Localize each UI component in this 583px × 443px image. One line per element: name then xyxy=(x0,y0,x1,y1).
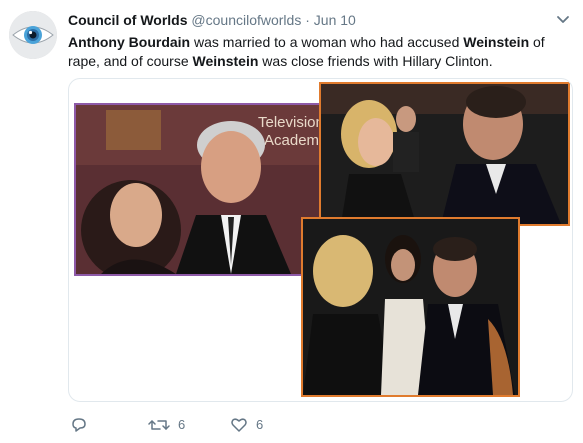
text-segment-6: was close friends with Hillary Clinton. xyxy=(258,53,493,69)
tweet-text: Anthony Bourdain was married to a woman … xyxy=(68,33,573,71)
photo-clinton-weinstein-2[interactable] xyxy=(301,217,520,397)
reply-button[interactable] xyxy=(70,416,96,434)
tweet-header: Council of Worlds @councilofworlds · Jun… xyxy=(68,10,548,30)
text-bold-3: Weinstein xyxy=(463,34,530,50)
text-bold-5: Weinstein xyxy=(192,53,259,69)
photo-clinton-weinstein-1[interactable] xyxy=(319,82,570,226)
user-handle[interactable]: @councilofworlds xyxy=(191,12,301,28)
tweet-media[interactable]: Television Academy xyxy=(68,78,573,402)
reply-icon xyxy=(72,418,86,432)
text-segment-2: was married to a woman who had accused xyxy=(190,34,464,50)
display-name[interactable]: Council of Worlds xyxy=(68,12,188,28)
avatar[interactable] xyxy=(9,11,57,59)
like-count: 6 xyxy=(256,417,264,432)
retweet-icon xyxy=(148,420,170,430)
chevron-down-icon[interactable] xyxy=(555,13,571,27)
retweet-count: 6 xyxy=(178,417,186,432)
photo-red-carpet[interactable]: Television Academy xyxy=(74,103,322,276)
timestamp[interactable]: Jun 10 xyxy=(314,12,356,28)
sign-text-2: Academy xyxy=(264,132,320,149)
text-bold-1: Anthony Bourdain xyxy=(68,34,191,50)
eye-logo-icon xyxy=(9,11,57,59)
sign-text-1: Television xyxy=(258,114,320,131)
retweet-button[interactable]: 6 xyxy=(148,416,185,434)
tweet-actions: 6 6 xyxy=(68,416,368,436)
like-button[interactable]: 6 xyxy=(230,416,263,434)
separator-dot: · xyxy=(305,12,310,28)
heart-icon xyxy=(231,418,247,432)
